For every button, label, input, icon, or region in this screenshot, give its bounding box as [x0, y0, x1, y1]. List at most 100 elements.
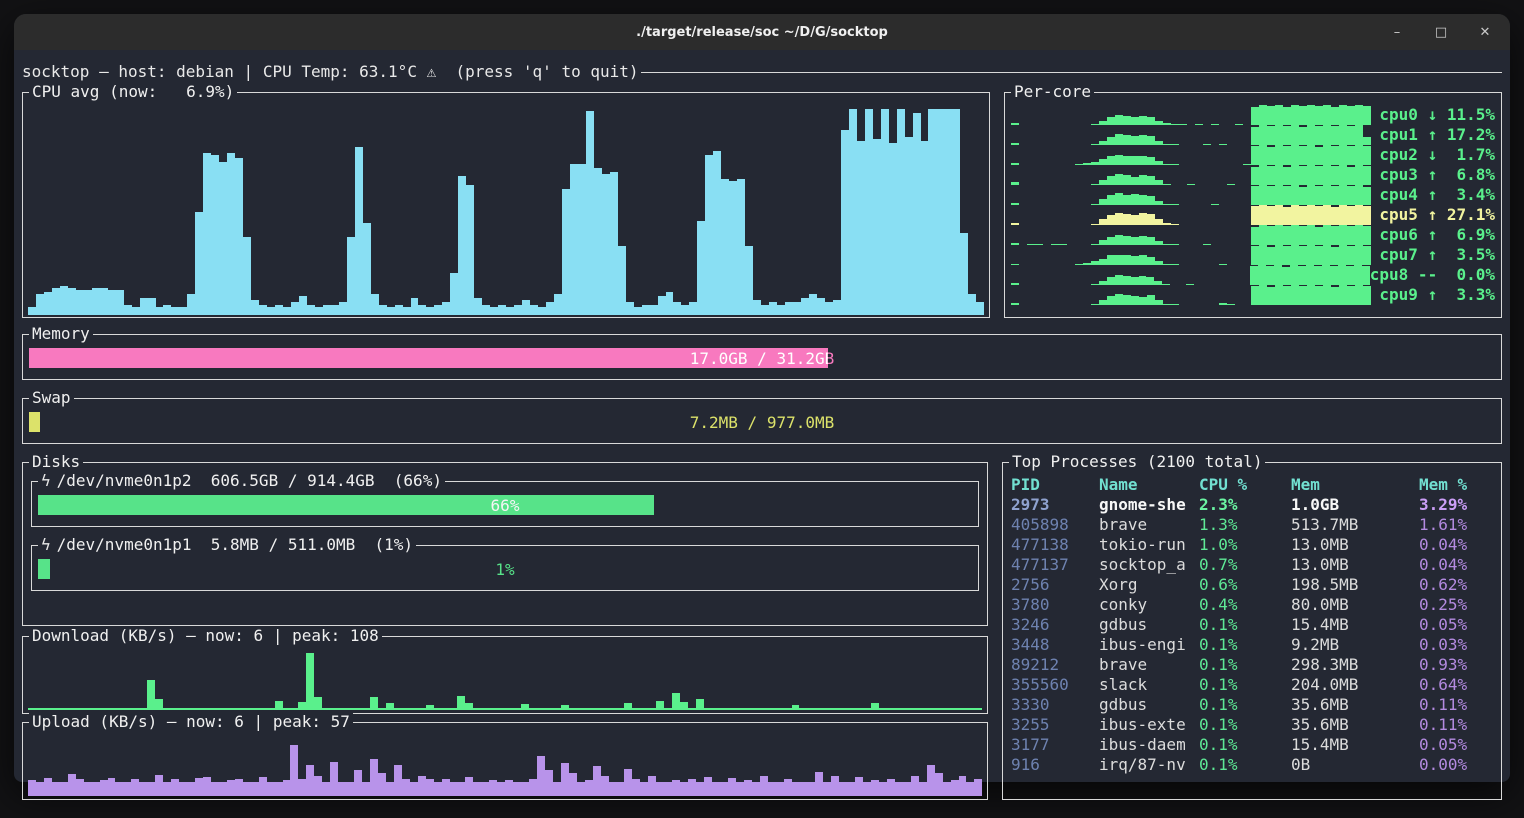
download-bar [290, 708, 298, 710]
cpu8-spark-bar [1282, 267, 1290, 285]
upload-bar [585, 780, 593, 796]
process-cell: 0.64% [1419, 675, 1493, 695]
cpu6-spark-bar [1363, 226, 1371, 245]
cpu0-spark-bar [1315, 106, 1323, 125]
download-bar [728, 708, 736, 710]
status-text: socktop — host: debian | CPU Temp: 63.1°… [22, 62, 641, 81]
cpu1-spark-bar [1259, 125, 1267, 145]
cpu3-spark-bar [1147, 176, 1155, 185]
process-cell: 15.4MB [1291, 615, 1419, 635]
minimize-button-icon[interactable]: – [1390, 25, 1404, 40]
upload-bar [776, 782, 784, 796]
per-core-rows: cpu0 ↓ 11.5%cpu1 ↑ 17.2%cpu2 ↓ 1.7%cpu3 … [1011, 105, 1497, 313]
cpu4-spark-bar [1275, 185, 1283, 205]
status-line: socktop — host: debian | CPU Temp: 63.1°… [22, 60, 1502, 82]
cpu7-spark-bar [1107, 255, 1115, 265]
cpu_avg-bar [458, 176, 466, 315]
download-bar [593, 708, 601, 710]
upload-bar [513, 782, 521, 796]
memory-title: Memory [29, 324, 93, 343]
upload-bar [632, 779, 640, 796]
cpu5-spark-bar [1131, 215, 1139, 225]
cpu8-spark-bar [1115, 275, 1123, 285]
cpu_avg-bar [865, 109, 873, 315]
cpu_avg-bar [267, 307, 275, 315]
download-bar [36, 708, 44, 710]
disk-nvme0n1p2-panel: ϟ/dev/nvme0n1p2 606.5GB / 914.4GB (66%) … [31, 481, 979, 527]
download-bar [799, 708, 807, 710]
cpu0-spark-bar [1299, 106, 1307, 125]
cpu2-spark-bar [1147, 157, 1155, 165]
cpu5-spark-bar [1339, 205, 1347, 225]
cpu0-spark-bar [1115, 115, 1123, 125]
cpu_avg-bar [936, 109, 944, 315]
upload-bar [617, 782, 625, 796]
cpu_avg-bar [769, 302, 777, 315]
download-bar [473, 708, 481, 710]
upload-bar [108, 778, 116, 796]
cpu9-label: cpu9 ↑ 3.3% [1371, 285, 1497, 305]
cpu1-spark-bar [1323, 125, 1331, 145]
cpu3-spark-bar [1139, 175, 1147, 185]
cpu2-spark-bar [1139, 156, 1147, 165]
download-bar [457, 696, 465, 710]
cpu9-spark-bar [1299, 286, 1307, 305]
upload-bar [362, 782, 370, 796]
upload-bar [171, 779, 179, 796]
cpu8-spark-bar [1306, 265, 1314, 285]
cpu0-spark-bar [1323, 105, 1331, 125]
window-titlebar[interactable]: ./target/release/soc ~/D/G/socktop – □ ✕ [14, 14, 1510, 50]
close-button-icon[interactable]: ✕ [1478, 25, 1492, 40]
cpu3-label: cpu3 ↑ 6.8% [1371, 165, 1497, 185]
cpu4-spark-bar [1339, 185, 1347, 205]
cpu1-spark-bar [1299, 127, 1307, 145]
cpu1-spark-bar [1315, 126, 1323, 145]
process-cell: 204.0MB [1291, 675, 1419, 695]
cpu_avg-bar [307, 305, 315, 316]
cpu_avg-bar [761, 305, 769, 316]
upload-bar [744, 780, 752, 796]
download-bar [624, 703, 632, 710]
cpu2-spark-bar [1131, 156, 1139, 165]
cpu7-spark-bar [1139, 255, 1147, 265]
cpu9-spark-bar [1171, 304, 1179, 305]
cpu6-spark-bar [1323, 225, 1331, 245]
download-bar [911, 708, 919, 710]
upload-bar [815, 772, 823, 796]
cpu_avg-bar [259, 305, 267, 316]
cpu_avg-bar [355, 147, 363, 315]
download-bar [529, 708, 537, 710]
download-bar [887, 708, 895, 710]
cpu5-spark-bar [1147, 214, 1155, 225]
upload-bar [147, 782, 155, 796]
download-bar [370, 697, 378, 710]
process-cell: gnome-she [1099, 495, 1199, 515]
upload-bar [768, 782, 776, 796]
cpu_avg-bar [283, 307, 291, 315]
cpu4-spark-bar [1259, 185, 1267, 205]
process-cell: ibus-daem [1099, 735, 1199, 755]
cpu1-spark-bar [1131, 136, 1139, 145]
cpu9-spark-bar [1227, 304, 1235, 305]
cpu6-spark-bar [1283, 226, 1291, 245]
upload-bar [943, 782, 951, 796]
cpu_avg-bar [777, 305, 785, 316]
cpu_avg-bar [148, 298, 156, 315]
maximize-button-icon[interactable]: □ [1434, 25, 1448, 40]
cpu_avg-bar [697, 221, 705, 316]
download-bar [855, 708, 863, 710]
download-bar [354, 708, 362, 710]
download-bar [322, 708, 330, 710]
cpu5-spark-bar [1123, 214, 1131, 225]
cpu_avg-bar [928, 109, 936, 315]
cpu5-spark-bar [1283, 207, 1291, 225]
cpu6-spark-bar [1275, 225, 1283, 245]
process-cell: slack [1099, 675, 1199, 695]
swap-fill: 7.2MB / 977.0MB [29, 412, 40, 432]
cpu6-spark-bar [1123, 236, 1131, 245]
cpu7-spark-bar [1291, 245, 1299, 265]
cpu2-spark-bar [1331, 146, 1339, 165]
upload-bar [903, 782, 911, 796]
upload-bar [521, 782, 529, 796]
memory-panel: Memory 17.0GB / 31.2GB 17.0GB / 31.2GB [22, 334, 1502, 380]
